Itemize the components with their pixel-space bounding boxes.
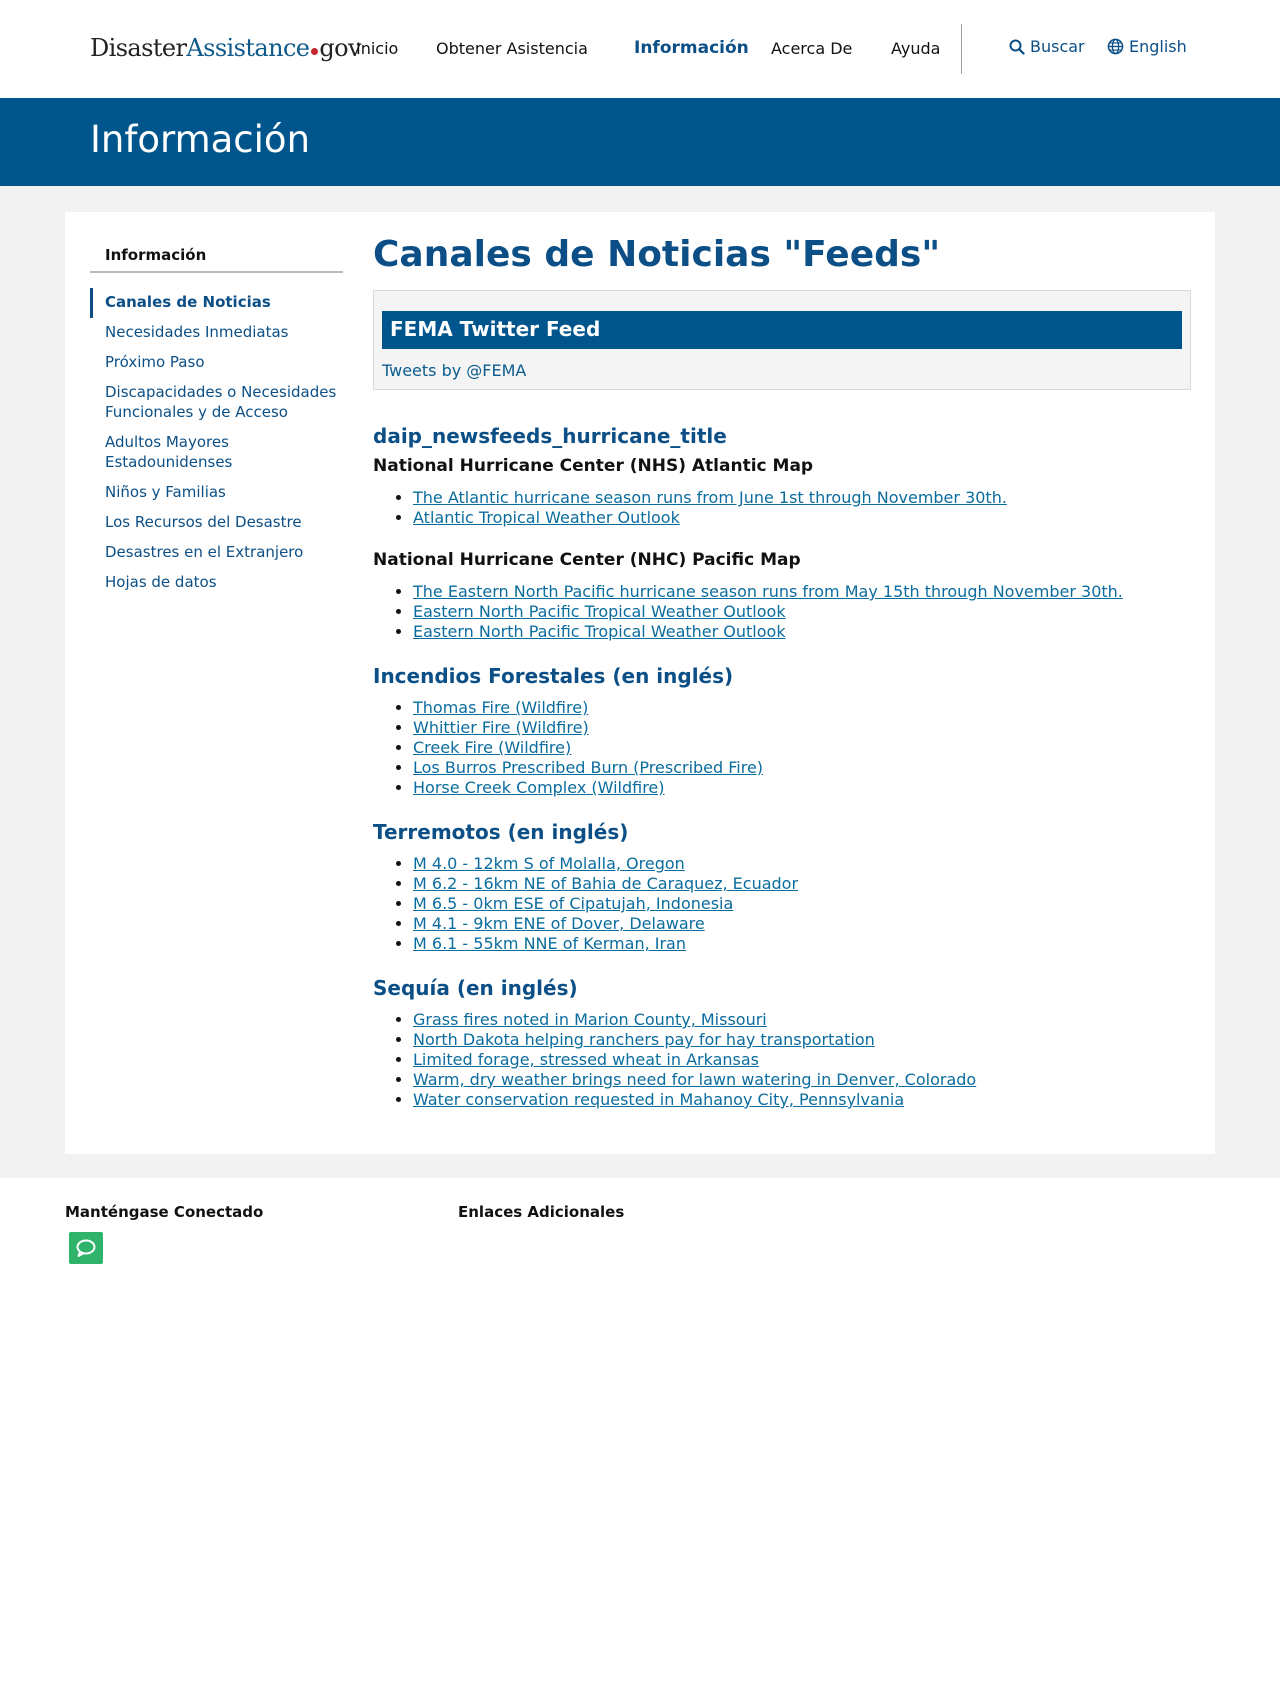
list-item: Warm, dry weather brings need for lawn w… [413, 1070, 1191, 1090]
list-item: Grass fires noted in Marion County, Miss… [413, 1010, 1191, 1030]
tweets-link[interactable]: Tweets by @FEMA [382, 361, 526, 380]
content-area: Información Canales de Noticias Necesida… [0, 186, 1280, 1178]
sidebar-item-desastres-extranjero[interactable]: Desastres en el Extranjero [90, 538, 343, 568]
atlantic-links: The Atlantic hurricane season runs from … [373, 488, 1191, 528]
main-content: Canales de Noticias "Feeds" FEMA Twitter… [373, 230, 1191, 1110]
atlantic-season-link[interactable]: The Atlantic hurricane season runs from … [413, 488, 1007, 507]
wildfire-link[interactable]: Thomas Fire (Wildfire) [413, 698, 588, 717]
logo-dot-icon [311, 48, 319, 55]
list-item: Thomas Fire (Wildfire) [413, 698, 1191, 718]
logo-text-assistance: Assistance [186, 34, 310, 62]
nav-acerca-de[interactable]: Acerca De [771, 39, 852, 58]
nav-informacion[interactable]: Información [634, 38, 749, 58]
sidebar-item-discapacidades[interactable]: Discapacidades o Necesidades Funcionales… [90, 378, 343, 428]
chat-bubble-icon[interactable] [69, 1232, 103, 1264]
wildfire-link[interactable]: Los Burros Prescribed Burn (Prescribed F… [413, 758, 763, 777]
drought-link[interactable]: Limited forage, stressed wheat in Arkans… [413, 1050, 759, 1069]
drought-link[interactable]: Warm, dry weather brings need for lawn w… [413, 1070, 976, 1089]
drought-link[interactable]: Grass fires noted in Marion County, Miss… [413, 1010, 767, 1029]
nav-divider [961, 24, 962, 74]
list-item: M 6.1 - 55km NNE of Kerman, Iran [413, 934, 1191, 954]
sidebar-item-necesidades-inmediatas[interactable]: Necesidades Inmediatas [90, 318, 343, 348]
footer-links-heading: Enlaces Adicionales [458, 1203, 625, 1221]
sidebar-nav: Canales de Noticias Necesidades Inmediat… [90, 288, 343, 598]
sidebar-item-hojas-de-datos[interactable]: Hojas de datos [90, 568, 343, 598]
sidebar-divider [90, 271, 343, 273]
search-button[interactable]: Buscar [1009, 37, 1085, 56]
logo-text-gov: gov [319, 34, 361, 62]
list-item: Limited forage, stressed wheat in Arkans… [413, 1050, 1191, 1070]
sidebar-item-adultos-mayores[interactable]: Adultos Mayores Estadounidenses [90, 428, 343, 478]
list-item: Horse Creek Complex (Wildfire) [413, 778, 1191, 798]
pacific-outlook-link[interactable]: Eastern North Pacific Tropical Weather O… [413, 622, 786, 641]
twitter-feed-box: FEMA Twitter Feed Tweets by @FEMA [373, 290, 1191, 390]
list-item: North Dakota helping ranchers pay for ha… [413, 1030, 1191, 1050]
language-toggle[interactable]: English [1107, 37, 1187, 56]
earthquake-link[interactable]: M 6.2 - 16km NE of Bahia de Caraquez, Ec… [413, 874, 798, 893]
earthquake-link[interactable]: M 4.1 - 9km ENE of Dover, Delaware [413, 914, 705, 933]
logo-text-disaster: Disaster [90, 34, 187, 62]
list-item: Los Burros Prescribed Burn (Prescribed F… [413, 758, 1191, 778]
drought-section-title: Sequía (en inglés) [373, 976, 578, 1000]
earthquakes-section-title: Terremotos (en inglés) [373, 820, 629, 844]
atlantic-map-heading: National Hurricane Center (NHS) Atlantic… [373, 456, 814, 476]
list-item: Atlantic Tropical Weather Outlook [413, 508, 1191, 528]
list-item: M 6.2 - 16km NE of Bahia de Caraquez, Ec… [413, 874, 1191, 894]
wildfires-links: Thomas Fire (Wildfire) Whittier Fire (Wi… [373, 698, 1191, 798]
list-item: M 4.0 - 12km S of Molalla, Oregon [413, 854, 1191, 874]
wildfire-link[interactable]: Creek Fire (Wildfire) [413, 738, 571, 757]
language-label: English [1129, 37, 1187, 56]
list-item: M 4.1 - 9km ENE of Dover, Delaware [413, 914, 1191, 934]
list-item: The Atlantic hurricane season runs from … [413, 488, 1191, 508]
list-item: Water conservation requested in Mahanoy … [413, 1090, 1191, 1110]
page-banner: Información [0, 98, 1280, 186]
list-item: Whittier Fire (Wildfire) [413, 718, 1191, 738]
earthquakes-links: M 4.0 - 12km S of Molalla, Oregon M 6.2 … [373, 854, 1191, 954]
nav-ayuda[interactable]: Ayuda [891, 39, 940, 58]
sidebar-item-canales-de-noticias[interactable]: Canales de Noticias [90, 288, 343, 318]
footer-connect-heading: Manténgase Conectado [65, 1203, 264, 1221]
pacific-map-heading: National Hurricane Center (NHC) Pacific … [373, 550, 801, 570]
earthquake-link[interactable]: M 6.5 - 0km ESE of Cipatujah, Indonesia [413, 894, 733, 913]
earthquake-link[interactable]: M 4.0 - 12km S of Molalla, Oregon [413, 854, 685, 873]
globe-icon [1107, 38, 1124, 55]
earthquake-link[interactable]: M 6.1 - 55km NNE of Kerman, Iran [413, 934, 686, 953]
banner-title: Información [90, 118, 311, 161]
pacific-links: The Eastern North Pacific hurricane seas… [373, 582, 1191, 642]
sidebar-item-recursos-del-desastre[interactable]: Los Recursos del Desastre [90, 508, 343, 538]
nav-inicio[interactable]: Inicio [356, 39, 398, 58]
list-item: M 6.5 - 0km ESE of Cipatujah, Indonesia [413, 894, 1191, 914]
list-item: Eastern North Pacific Tropical Weather O… [413, 602, 1191, 622]
site-header: DisasterAssistance gov Inicio Obtener Asi… [0, 0, 1280, 98]
drought-link[interactable]: North Dakota helping ranchers pay for ha… [413, 1030, 875, 1049]
list-item: The Eastern North Pacific hurricane seas… [413, 582, 1191, 602]
atlantic-outlook-link[interactable]: Atlantic Tropical Weather Outlook [413, 508, 680, 527]
site-logo[interactable]: DisasterAssistance gov [90, 34, 362, 62]
search-label: Buscar [1030, 37, 1085, 56]
wildfire-link[interactable]: Horse Creek Complex (Wildfire) [413, 778, 665, 797]
sidebar-item-proximo-paso[interactable]: Próximo Paso [90, 348, 343, 378]
pacific-season-link[interactable]: The Eastern North Pacific hurricane seas… [413, 582, 1123, 601]
sidebar-title: Información [105, 246, 207, 264]
pacific-outlook-link[interactable]: Eastern North Pacific Tropical Weather O… [413, 602, 786, 621]
hurricane-section-title: daip_newsfeeds_hurricane_title [373, 424, 727, 448]
search-icon [1009, 39, 1025, 55]
wildfires-section-title: Incendios Forestales (en inglés) [373, 664, 734, 688]
wildfire-link[interactable]: Whittier Fire (Wildfire) [413, 718, 589, 737]
list-item: Eastern North Pacific Tropical Weather O… [413, 622, 1191, 642]
nav-obtener-asistencia[interactable]: Obtener Asistencia [436, 39, 588, 58]
sidebar-item-ninos-y-familias[interactable]: Niños y Familias [90, 478, 343, 508]
twitter-feed-heading: FEMA Twitter Feed [382, 311, 1182, 349]
drought-links: Grass fires noted in Marion County, Miss… [373, 1010, 1191, 1110]
page-title: Canales de Noticias "Feeds" [373, 234, 941, 275]
list-item: Creek Fire (Wildfire) [413, 738, 1191, 758]
content-card: Información Canales de Noticias Necesida… [65, 212, 1215, 1154]
drought-link[interactable]: Water conservation requested in Mahanoy … [413, 1090, 904, 1109]
